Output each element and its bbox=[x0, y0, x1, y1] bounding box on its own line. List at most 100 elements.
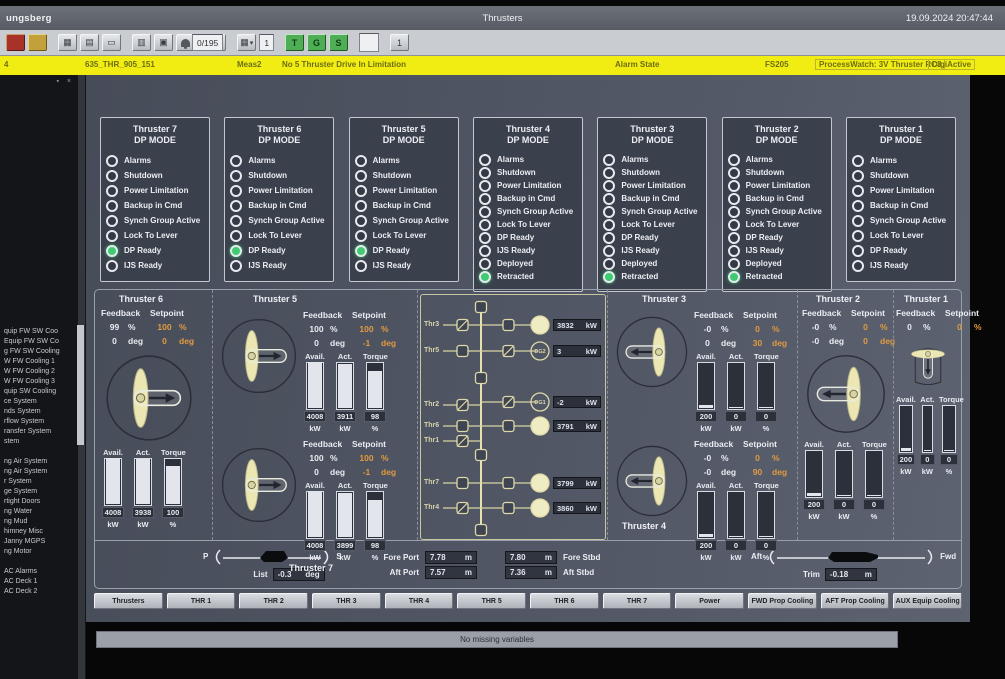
sidebar-item[interactable]: W FW Cooling 3 bbox=[4, 377, 76, 387]
mode-button-s[interactable]: S bbox=[329, 34, 348, 51]
page-number-field[interactable]: 1 bbox=[259, 34, 274, 51]
window-icon[interactable]: ▦ bbox=[58, 34, 77, 51]
sidebar-item[interactable]: Janny MGPS bbox=[4, 537, 76, 547]
sidebar-item[interactable]: ge System bbox=[4, 487, 76, 497]
dp-panel-mode: DP MODE bbox=[728, 135, 826, 146]
dp-status-row: Synch Group Active bbox=[106, 213, 204, 228]
sidebar-item[interactable]: AC Alarms bbox=[4, 567, 76, 577]
dp-status-row: Power Limitation bbox=[479, 179, 577, 192]
gauge-bar bbox=[865, 450, 883, 498]
alarm-counter-button[interactable]: 0/195 bbox=[176, 34, 226, 51]
datetime-label: 19.09.2024 20:47:44 bbox=[906, 13, 993, 24]
gauge-unit: kW bbox=[101, 520, 125, 529]
nav-button-fwd-prop-cooling[interactable]: FWD Prop Cooling bbox=[748, 593, 817, 609]
page-grid-button[interactable]: ▦▾ bbox=[237, 34, 256, 51]
nav-button-thrusters[interactable]: Thrusters bbox=[94, 593, 163, 609]
gauge-unit: kW bbox=[333, 424, 357, 433]
status-led-off bbox=[355, 170, 367, 182]
feedback-unit: % bbox=[128, 322, 150, 332]
sidebar-item[interactable]: W FW Cooling 1 bbox=[4, 357, 76, 367]
alarm-line[interactable]: 4 635_THR_905_151 Meas2 No 5 Thruster Dr… bbox=[0, 56, 1005, 75]
alarm-silence-button[interactable] bbox=[6, 34, 25, 51]
sidebar-item[interactable]: quip FW SW Coo bbox=[4, 327, 76, 337]
sidebar-item[interactable]: himney Misc bbox=[4, 527, 76, 537]
thruster2-azimuth-icon bbox=[804, 352, 888, 436]
gauge-bar-fill bbox=[368, 500, 382, 537]
list-icon[interactable]: ▤ bbox=[80, 34, 99, 51]
gauge-unit: kW bbox=[694, 424, 718, 433]
status-label: DP Ready bbox=[746, 233, 783, 242]
sidebar-item[interactable]: ce System bbox=[4, 397, 76, 407]
dp-status-row: Alarms bbox=[603, 153, 701, 166]
sidebar-item[interactable]: nds System bbox=[4, 407, 76, 417]
sidebar-item[interactable]: g FW SW Cooling bbox=[4, 347, 76, 357]
sidebar-item[interactable]: ng Water bbox=[4, 507, 76, 517]
sidebar-item[interactable]: rtight Doors bbox=[4, 497, 76, 507]
mode-button-g[interactable]: G bbox=[307, 34, 326, 51]
sidebar-item[interactable]: r System bbox=[4, 477, 76, 487]
sidebar-item[interactable]: ransfer System bbox=[4, 427, 76, 437]
gauge-value: 0 bbox=[755, 411, 777, 422]
printer-icon[interactable]: ▥ bbox=[132, 34, 151, 51]
dp-status-row: DP Ready bbox=[479, 231, 577, 244]
status-led-off bbox=[603, 206, 615, 218]
feedback-value: -0 bbox=[802, 322, 829, 332]
gauge-bar-fill bbox=[166, 466, 180, 504]
sidebar-item[interactable]: stem bbox=[4, 437, 76, 447]
feeder-label-thr5: Thr5 bbox=[424, 347, 446, 354]
sidebar-item[interactable]: AC Deck 2 bbox=[4, 587, 76, 597]
sidebar-item[interactable]: ng Air System bbox=[4, 457, 76, 467]
nav-button-thr-6[interactable]: THR 6 bbox=[530, 593, 599, 609]
nav-button-aux-equip-cooling[interactable]: AUX Equip Cooling bbox=[893, 593, 962, 609]
report-icon[interactable]: ▣ bbox=[154, 34, 173, 51]
gauge-unit: kW bbox=[802, 512, 826, 521]
dp-status-row: IJS Ready bbox=[728, 244, 826, 257]
sidebar-item[interactable]: quip SW Cooling bbox=[4, 387, 76, 397]
sidebar-item[interactable]: ng Mud bbox=[4, 517, 76, 527]
gauge-bar bbox=[164, 458, 182, 506]
nav-button-thr-4[interactable]: THR 4 bbox=[385, 593, 454, 609]
gauge-torque: Torque98% bbox=[363, 352, 387, 433]
screen-select-button[interactable]: 1 bbox=[390, 34, 409, 51]
gauge-bar bbox=[757, 362, 775, 410]
sidebar-scrollbar[interactable] bbox=[78, 75, 85, 679]
dp-status-row: IJS Ready bbox=[106, 258, 204, 273]
scrollbar-thumb[interactable] bbox=[77, 325, 84, 445]
generator-power-box: -2kW bbox=[553, 396, 601, 408]
dp-panel-mode: DP MODE bbox=[852, 135, 950, 146]
dp-panel-title: Thruster 3DP MODE bbox=[603, 124, 701, 146]
dp-panel-name: Thruster 4 bbox=[479, 124, 577, 135]
alarm-ack-button[interactable] bbox=[28, 34, 47, 51]
nav-button-thr-2[interactable]: THR 2 bbox=[239, 593, 308, 609]
sidebar-item[interactable]: Equip FW SW Co bbox=[4, 337, 76, 347]
sidebar-item[interactable]: AC Deck 1 bbox=[4, 577, 76, 587]
status-label: Shutdown bbox=[621, 168, 660, 177]
panel-icon[interactable]: ▭ bbox=[102, 34, 121, 51]
status-led-off bbox=[106, 185, 118, 197]
sidebar-window-controls[interactable]: ▪ × bbox=[56, 78, 74, 85]
dp-panel-name: Thruster 5 bbox=[355, 124, 453, 135]
sidebar-item[interactable]: rflow System bbox=[4, 417, 76, 427]
nav-button-thr-5[interactable]: THR 5 bbox=[457, 593, 526, 609]
feedback-value: 0 bbox=[303, 338, 330, 348]
power-oneline-diagram: DG2DG1Thr3Thr5Thr2Thr6Thr1Thr7Thr43832kW… bbox=[420, 294, 606, 540]
nav-button-thr-3[interactable]: THR 3 bbox=[312, 593, 381, 609]
feedback-unit: % bbox=[330, 324, 352, 334]
gauge-bar bbox=[697, 491, 715, 539]
sidebar-item[interactable]: ng Motor bbox=[4, 547, 76, 557]
sidebar-item[interactable]: ng Air System bbox=[4, 467, 76, 477]
gauge-value: 4008 bbox=[304, 411, 326, 422]
nav-button-thr-7[interactable]: THR 7 bbox=[603, 593, 672, 609]
gauge-bar-fill bbox=[308, 362, 322, 408]
dp-panel-title: Thruster 1DP MODE bbox=[852, 124, 950, 146]
status-led-off bbox=[603, 180, 615, 192]
status-led-off bbox=[728, 193, 740, 205]
mode-button-t[interactable]: T bbox=[285, 34, 304, 51]
nav-button-power[interactable]: Power bbox=[675, 593, 744, 609]
nav-button-aft-prop-cooling[interactable]: AFT Prop Cooling bbox=[821, 593, 890, 609]
status-led-off bbox=[852, 215, 864, 227]
sidebar-item[interactable]: W FW Cooling 2 bbox=[4, 367, 76, 377]
gauge-unit: kW bbox=[919, 467, 936, 476]
gauge-bar-fill bbox=[944, 450, 954, 451]
nav-button-thr-1[interactable]: THR 1 bbox=[167, 593, 236, 609]
